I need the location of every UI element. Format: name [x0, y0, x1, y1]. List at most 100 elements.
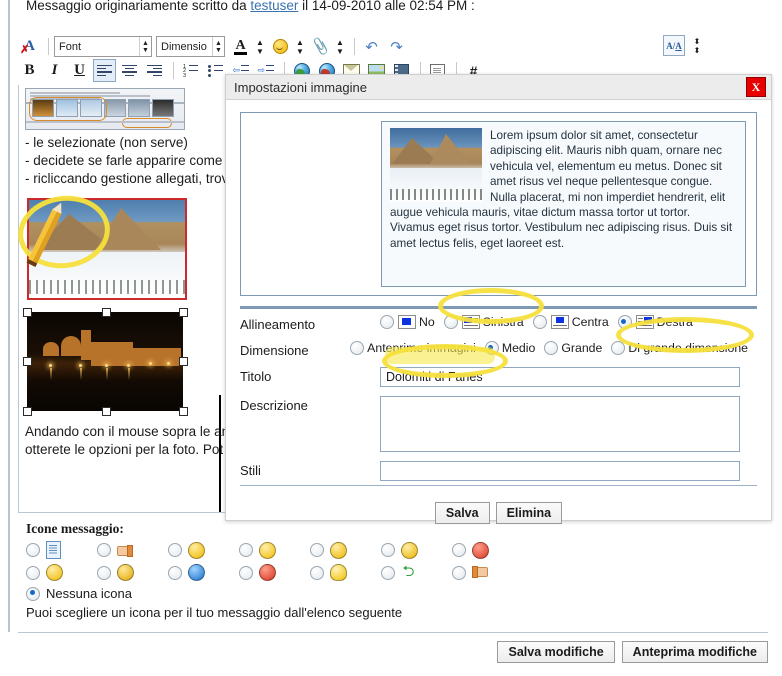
- radio-icon-lightbulb[interactable]: [310, 565, 324, 580]
- resize-handle-ne[interactable]: [179, 308, 188, 317]
- undo-icon[interactable]: ↶: [360, 35, 383, 58]
- italic-button[interactable]: I: [43, 59, 66, 82]
- redo-icon[interactable]: ↷: [385, 35, 408, 58]
- radio-icon-frown[interactable]: [381, 543, 395, 557]
- message-icon-grin[interactable]: [168, 541, 239, 559]
- alignment-option-sinistra[interactable]: Sinistra: [443, 315, 524, 329]
- big-grin-icon: [330, 541, 347, 559]
- radio-icon-thumbs-up[interactable]: [452, 565, 466, 580]
- radio-icon-cool[interactable]: [97, 565, 111, 580]
- message-icon-wink[interactable]: [26, 564, 97, 581]
- unordered-list-icon[interactable]: [204, 59, 227, 82]
- size-option-grande[interactable]: Grande: [544, 341, 602, 355]
- message-icon-exclamation[interactable]: [239, 564, 310, 581]
- resize-handle-n[interactable]: [102, 308, 111, 317]
- radio-alignment-destra[interactable]: [617, 315, 632, 329]
- alignment-option-destra[interactable]: Destra: [617, 315, 693, 329]
- ordered-list-icon[interactable]: 123: [179, 59, 202, 82]
- embedded-screenshot-thumbnail: [25, 88, 185, 130]
- font-color-dropdown-icon[interactable]: ▲ ▼: [254, 36, 266, 57]
- message-icon-none-row[interactable]: Nessuna icona: [26, 586, 586, 601]
- close-icon[interactable]: X: [746, 77, 766, 97]
- message-icon-smile[interactable]: [239, 541, 310, 559]
- resize-handle-nw[interactable]: [23, 308, 32, 317]
- smiley-icon[interactable]: [269, 35, 292, 58]
- preview-changes-button[interactable]: Anteprima modifiche: [621, 641, 768, 663]
- size-option-di-grande-dimensione[interactable]: Di grande dimensione: [611, 341, 748, 355]
- font-family-select[interactable]: Font ▲ ▼: [54, 36, 152, 57]
- radio-size-grande[interactable]: [544, 341, 559, 355]
- radio-icon-wink[interactable]: [26, 565, 40, 580]
- quote-author-link[interactable]: testuser: [250, 0, 298, 13]
- radio-icon-question[interactable]: [168, 565, 182, 580]
- message-icon-cool[interactable]: [97, 564, 168, 581]
- message-icon-angry[interactable]: [452, 541, 523, 559]
- message-icon-document[interactable]: [26, 541, 97, 559]
- radio-icon-none[interactable]: [26, 586, 40, 601]
- alignment-option-no[interactable]: No: [380, 315, 435, 329]
- toolbar-resize-handle-icon[interactable]: ⬍ ⬍: [691, 35, 703, 56]
- resize-handle-se[interactable]: [179, 407, 188, 416]
- toggle-wysiwyg-icon[interactable]: A/A: [663, 35, 685, 56]
- radio-icon-arrow[interactable]: [381, 565, 395, 580]
- radio-alignment-centra[interactable]: [532, 315, 547, 329]
- radio-icon-grin[interactable]: [168, 543, 182, 557]
- size-row: Dimensione Anteprime immagini Medio Gran…: [240, 341, 757, 358]
- selected-image-wrapper[interactable]: [23, 308, 188, 416]
- align-left-icon[interactable]: [93, 59, 116, 82]
- size-option-medio[interactable]: Medio: [484, 341, 536, 355]
- align-center-icon[interactable]: [118, 59, 141, 82]
- radio-size-anteprime[interactable]: [350, 341, 365, 355]
- message-icon-frown[interactable]: [381, 541, 452, 559]
- radio-size-medio[interactable]: [484, 341, 499, 355]
- resize-handle-e[interactable]: [179, 357, 188, 366]
- radio-size-di-grande-dimensione[interactable]: [611, 341, 626, 355]
- radio-icon-thumbs-down[interactable]: [97, 543, 111, 557]
- message-icon-question[interactable]: [168, 564, 239, 581]
- bold-button[interactable]: B: [18, 59, 41, 82]
- message-icon-big-grin[interactable]: [310, 541, 381, 559]
- attachment-dropdown-icon[interactable]: ▲ ▼: [334, 36, 346, 57]
- image-settings-dialog: Impostazioni immagine X Lorem ipsum dolo…: [225, 74, 772, 524]
- radio-icon-exclamation[interactable]: [239, 565, 253, 580]
- align-center-mini-icon: [550, 315, 569, 329]
- remove-format-icon[interactable]: A: [18, 35, 41, 59]
- font-size-select[interactable]: Dimensio ▲ ▼: [156, 36, 225, 57]
- message-icon-lightbulb[interactable]: [310, 564, 381, 581]
- resize-handle-w[interactable]: [23, 357, 32, 366]
- size-option-anteprime[interactable]: Anteprime immagini: [350, 341, 476, 355]
- resize-handle-sw[interactable]: [23, 407, 32, 416]
- smiley-dropdown-icon[interactable]: ▲ ▼: [294, 36, 306, 57]
- font-color-icon[interactable]: A: [229, 35, 252, 58]
- description-label: Descrizione: [240, 398, 308, 413]
- size-option-medio-label: Medio: [501, 341, 536, 355]
- align-right-icon[interactable]: [143, 59, 166, 82]
- question-icon: [188, 564, 205, 581]
- radio-alignment-sinistra[interactable]: [443, 315, 458, 329]
- quote-suffix: il 14-09-2010 alle 02:54 PM :: [298, 0, 475, 13]
- message-icon-thumbs-down[interactable]: [97, 541, 168, 559]
- save-changes-button[interactable]: Salva modifiche: [497, 641, 615, 663]
- dialog-title-bar: Impostazioni immagine X: [226, 75, 771, 100]
- message-icons-help-text: Puoi scegliere un icona per il tuo messa…: [26, 605, 403, 620]
- underline-button[interactable]: U: [68, 59, 91, 82]
- description-textarea[interactable]: [380, 396, 740, 452]
- inline-image-mountain[interactable]: [27, 198, 187, 300]
- paperclip-icon[interactable]: 📎: [309, 35, 332, 58]
- radio-alignment-no[interactable]: [380, 315, 394, 329]
- quote-header: Messaggio originariamente scritto da tes…: [26, 0, 475, 13]
- alignment-label: Allineamento: [240, 317, 316, 332]
- image-preview-inner: Lorem ipsum dolor sit amet, consectetur …: [381, 121, 746, 287]
- radio-icon-document[interactable]: [26, 543, 40, 557]
- alignment-option-centra[interactable]: Centra: [532, 315, 609, 329]
- radio-icon-smile[interactable]: [239, 543, 253, 557]
- title-input[interactable]: [380, 367, 740, 387]
- message-icon-arrow[interactable]: ⮌: [381, 564, 452, 581]
- radio-icon-big-grin[interactable]: [310, 543, 324, 557]
- inline-image-night[interactable]: [27, 312, 183, 411]
- message-icons-grid: ⮌: [26, 541, 586, 581]
- message-icon-thumbs-up[interactable]: [452, 564, 523, 581]
- resize-handle-s[interactable]: [102, 407, 111, 416]
- radio-icon-angry[interactable]: [452, 543, 466, 557]
- styles-input[interactable]: [380, 461, 740, 481]
